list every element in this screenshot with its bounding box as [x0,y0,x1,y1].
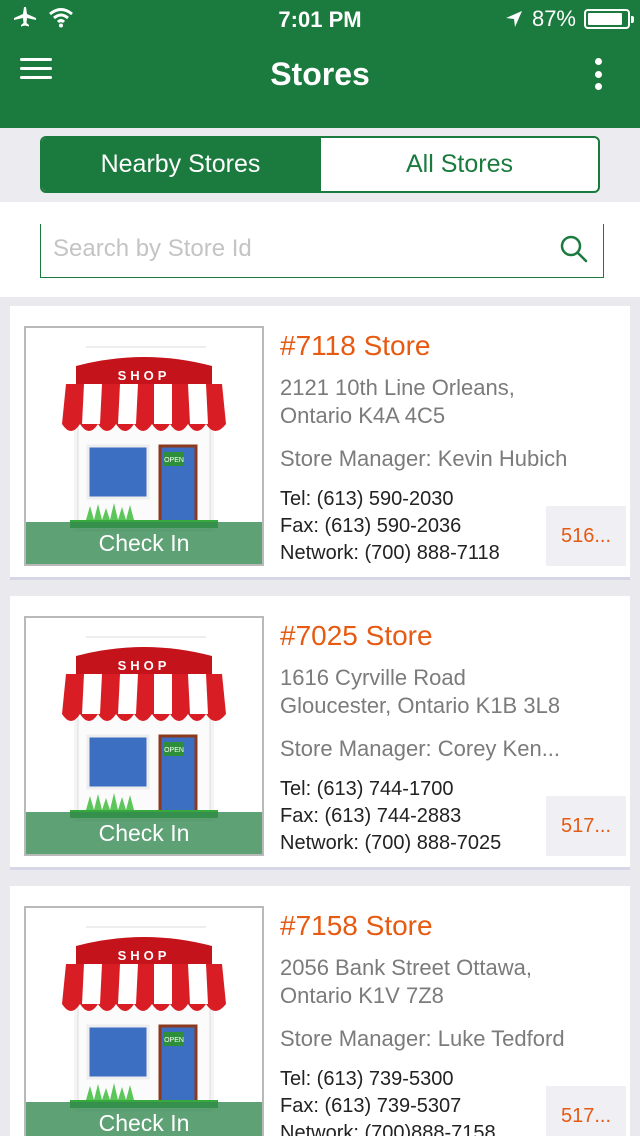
store-side-number[interactable]: 517... [546,796,626,856]
store-card[interactable]: OPEN SHOP Check In #7118 Store 2121 10th… [10,306,630,580]
store-fax: Fax: (613) 739-5307 [280,1095,462,1117]
shop-sign: SHOP [118,658,171,673]
search-icon[interactable] [559,234,589,264]
battery-percent: 87% [531,6,576,31]
store-address: 2056 Bank Street Ottawa, Ontario K1V 7Z8 [280,954,620,1010]
open-sign: OPEN [164,1037,184,1044]
search-area [0,202,640,297]
store-side-number[interactable]: 516... [546,506,626,566]
store-manager: Store Manager: Luke Tedford [280,1026,565,1051]
store-tel[interactable]: Tel: (613) 590-2030 [280,486,550,513]
page-title: Stores [270,56,370,92]
store-image[interactable]: OPEN SHOP Check In [24,326,264,566]
battery-icon [584,9,634,29]
open-sign: OPEN [164,457,184,464]
store-contacts: Tel: (613) 590-2030 Fax: (613) 590-2036 … [280,486,550,567]
store-image[interactable]: OPEN SHOP Check In [24,906,264,1136]
store-name[interactable]: #7118 Store [280,330,431,362]
location-arrow-icon [505,11,522,27]
store-tel[interactable]: Tel: (613) 744-1700 [280,776,550,803]
store-side-number[interactable]: 517... [546,1086,626,1136]
address-line-1: 1616 Cyrville Road [280,665,466,690]
open-sign: OPEN [164,747,184,754]
store-contacts: Tel: (613) 739-5300 Fax: (613) 739-5307 … [280,1066,550,1136]
store-card[interactable]: OPEN SHOP Check In #7158 Store 2056 Bank… [10,886,630,1136]
store-manager: Store Manager: Corey Ken... [280,736,561,761]
store-network: Network: (700)888-7158 [280,1122,496,1136]
store-name[interactable]: #7158 Store [280,910,433,942]
address-line-2: Ontario K1V 7Z8 [280,983,444,1008]
tab-all-stores[interactable]: All Stores [319,138,598,191]
status-right: 87% [504,6,634,32]
shop-sign: SHOP [118,368,171,383]
tab-nearby-stores[interactable]: Nearby Stores [42,138,319,191]
check-in-button[interactable]: Check In [26,812,262,854]
store-network: Network: (700) 888-7118 [280,542,500,564]
address-line-2: Ontario K4A 4C5 [280,403,446,428]
store-fax: Fax: (613) 744-2883 [280,805,462,827]
address-line-2: Gloucester, Ontario K1B 3L8 [280,693,561,718]
store-image[interactable]: OPEN SHOP Check In [24,616,264,856]
address-line-1: 2121 10th Line Orleans, [280,375,515,400]
more-options-icon[interactable] [586,56,610,92]
store-manager: Store Manager: Kevin Hubich [280,446,568,471]
store-network: Network: (700) 888-7025 [280,832,502,854]
store-address: 2121 10th Line Orleans, Ontario K4A 4C5 [280,374,620,430]
check-in-button[interactable]: Check In [26,1102,262,1136]
check-in-button[interactable]: Check In [26,522,262,564]
app-header: 7:01 PM 87% Stores [0,0,640,128]
search-input[interactable] [53,232,533,266]
store-fax: Fax: (613) 590-2036 [280,515,462,537]
address-line-1: 2056 Bank Street Ottawa, [280,955,532,980]
store-address: 1616 Cyrville Road Gloucester, Ontario K… [280,664,620,720]
status-bar: 7:01 PM 87% [0,0,640,40]
search-box [40,224,604,278]
shop-sign: SHOP [118,948,171,963]
store-name[interactable]: #7025 Store [280,620,433,652]
store-segmented-control: Nearby Stores All Stores [40,136,600,193]
store-card[interactable]: OPEN SHOP Check In #7025 Store 1616 Cyrv… [10,596,630,870]
segment-bar: Nearby Stores All Stores [0,128,640,202]
store-contacts: Tel: (613) 744-1700 Fax: (613) 744-2883 … [280,776,550,857]
store-tel[interactable]: Tel: (613) 739-5300 [280,1066,550,1093]
